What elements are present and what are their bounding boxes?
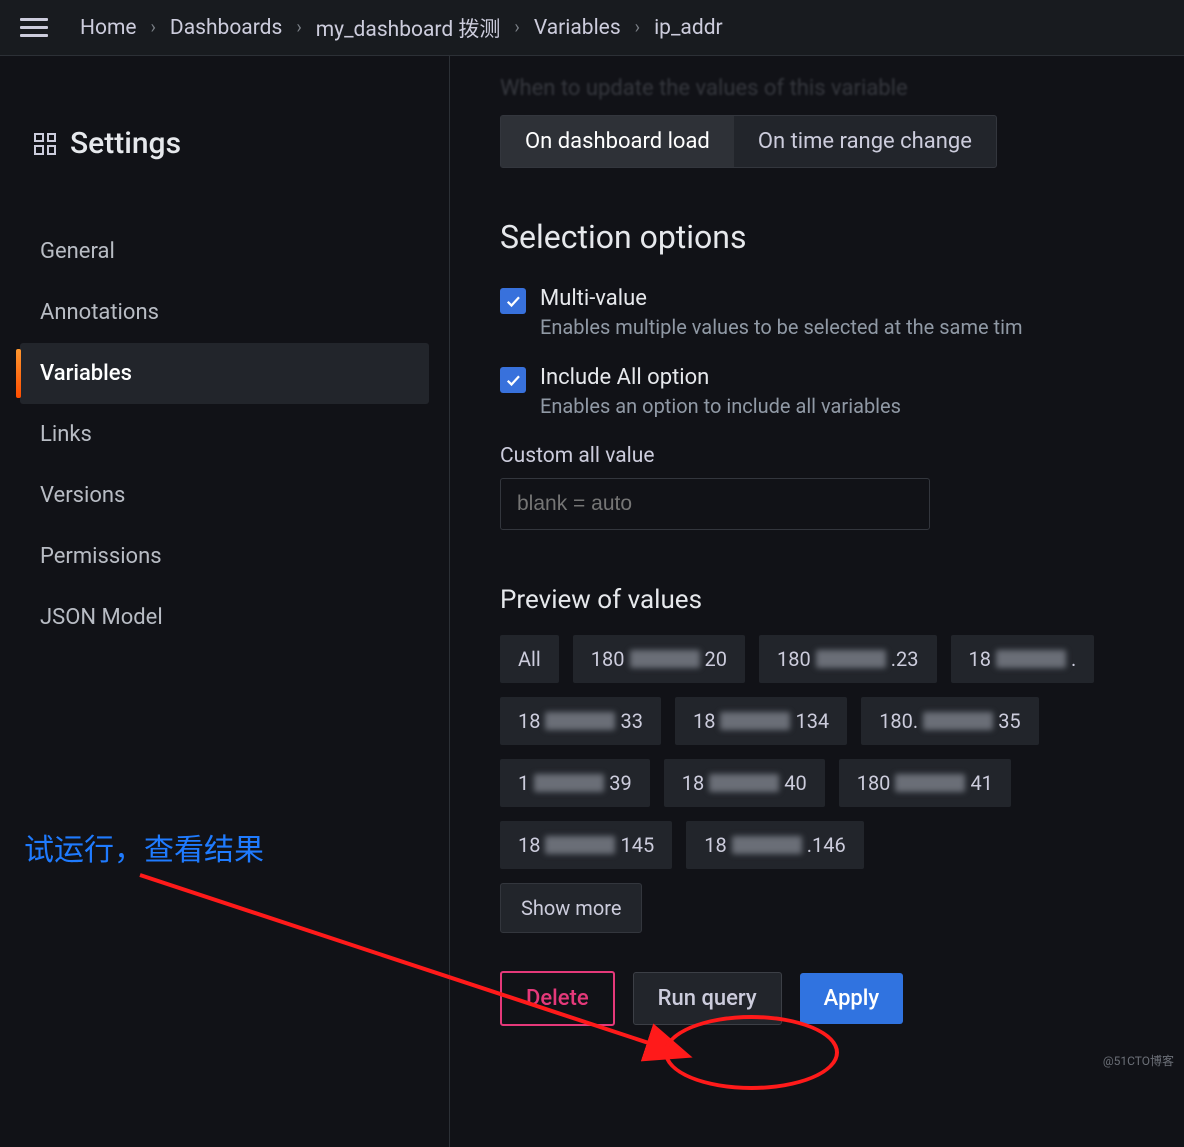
run-query-button[interactable]: Run query [633,972,782,1025]
multi-value-desc: Enables multiple values to be selected a… [540,315,1023,339]
preview-value-chip: 18020 [573,635,745,683]
hamburger-menu-icon[interactable] [20,13,50,43]
crumb-variables[interactable]: Variables [534,16,621,40]
preview-value-chip: 18.146 [686,821,863,869]
sidebar-item-json-model[interactable]: JSON Model [20,587,429,648]
crumb-dashboard-name[interactable]: my_dashboard 拨测 [316,13,501,43]
preview-value-chip: 139 [500,759,650,807]
preview-value-chip: 18134 [675,697,847,745]
include-all-checkbox[interactable] [500,367,526,393]
delete-button[interactable]: Delete [500,971,615,1026]
crumb-variable-name[interactable]: ip_addr [654,16,723,40]
crumb-home[interactable]: Home [80,16,137,40]
watermark: @51CTO博客 [1103,1052,1174,1069]
annotation-label: 试运行，查看结果 [24,825,264,869]
chevron-right-icon: › [151,17,156,38]
custom-all-value-label: Custom all value [500,444,1184,468]
sidebar-item-general[interactable]: General [20,221,429,282]
preview-value-chip: 180.23 [759,635,937,683]
sidebar-item-permissions[interactable]: Permissions [20,526,429,587]
refresh-help-text: When to update the values of this variab… [500,76,1184,101]
custom-all-value-input[interactable] [500,478,930,530]
apply-button[interactable]: Apply [800,973,904,1024]
selection-options-heading: Selection options [500,218,1184,256]
preview-value-chip: 18145 [500,821,672,869]
crumb-dashboards[interactable]: Dashboards [170,16,282,40]
sidebar-item-annotations[interactable]: Annotations [20,282,429,343]
multi-value-label: Multi-value [540,286,1023,311]
breadcrumb: Home › Dashboards › my_dashboard 拨测 › Va… [80,13,723,43]
refresh-toggle: On dashboard load On time range change [500,115,997,168]
chevron-right-icon: › [635,17,640,38]
chevron-right-icon: › [514,17,519,38]
toggle-on-time-range-change[interactable]: On time range change [734,116,996,167]
include-all-label: Include All option [540,365,901,390]
preview-value-chip: 180.35 [861,697,1038,745]
multi-value-checkbox[interactable] [500,288,526,314]
settings-grid-icon [34,133,56,155]
preview-value-chip: All [500,635,559,683]
preview-value-chip: 1833 [500,697,661,745]
page-title: Settings [70,126,181,161]
sidebar-item-versions[interactable]: Versions [20,465,429,526]
sidebar-item-links[interactable]: Links [20,404,429,465]
preview-value-chip: 1840 [664,759,825,807]
include-all-desc: Enables an option to include all variabl… [540,394,901,418]
preview-heading: Preview of values [500,585,1184,615]
preview-value-chip: 18041 [839,759,1011,807]
chevron-right-icon: › [296,17,301,38]
toggle-on-dashboard-load[interactable]: On dashboard load [501,116,734,167]
sidebar-item-variables[interactable]: Variables [20,343,429,404]
show-more-button[interactable]: Show more [500,883,642,933]
preview-value-chip: 18. [951,635,1095,683]
